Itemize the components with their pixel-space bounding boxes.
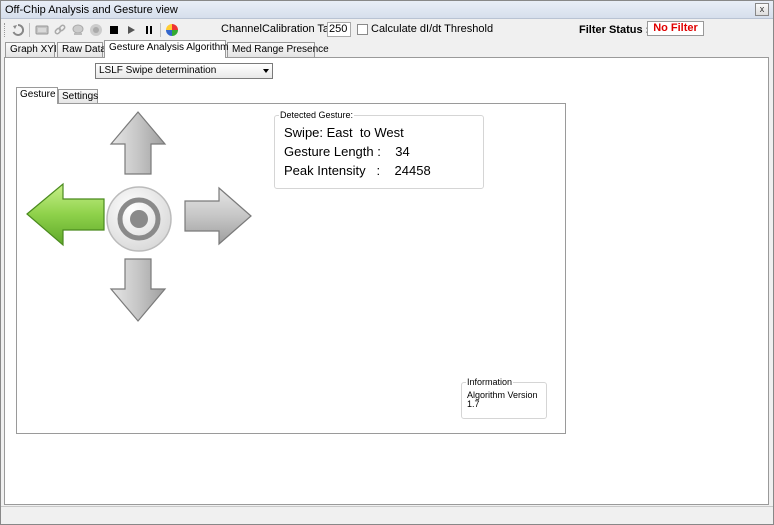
information-group: Information Algorithm Version 1.7 xyxy=(461,377,547,419)
subtab-settings[interactable]: Settings xyxy=(58,89,98,104)
device-icon[interactable] xyxy=(70,22,86,38)
window-title: Off-Chip Analysis and Gesture view xyxy=(5,4,178,16)
calculate-threshold-checkbox[interactable] xyxy=(357,24,368,35)
channel-calibration-input[interactable]: 250 xyxy=(327,22,351,37)
toolbar: ChannelCalibration Target 250 Calculate … xyxy=(1,20,773,40)
toolbar-grip[interactable] xyxy=(4,23,6,37)
link-icon[interactable] xyxy=(52,22,68,38)
arrow-down-icon xyxy=(109,258,167,322)
stop-icon[interactable] xyxy=(106,22,122,38)
refresh-icon[interactable] xyxy=(10,22,26,38)
gesture-analysis-panel: LSLF Swipe determination Gesture Setting… xyxy=(4,57,769,505)
center-target-icon xyxy=(106,186,172,252)
tab-raw-data[interactable]: Raw Data xyxy=(57,42,106,57)
subtab-gesture[interactable]: Gesture xyxy=(16,87,58,104)
chevron-down-icon xyxy=(263,69,269,73)
arrow-up-icon xyxy=(109,111,167,175)
filter-status-label: Filter Status : xyxy=(579,24,650,36)
toolbar-separator xyxy=(160,23,161,37)
title-bar: Off-Chip Analysis and Gesture view x xyxy=(1,1,773,19)
information-title: Information xyxy=(466,377,514,387)
toolbar-separator xyxy=(29,23,30,37)
tab-graph-xyi[interactable]: Graph XYI xyxy=(5,42,57,57)
tab-gesture-analysis-algorithm[interactable]: Gesture Analysis Algorithm xyxy=(104,40,229,58)
record-icon[interactable] xyxy=(88,22,104,38)
keyboard-icon[interactable] xyxy=(34,22,50,38)
status-bar xyxy=(1,506,773,524)
main-window: Off-Chip Analysis and Gesture view x Cha… xyxy=(0,0,774,525)
calculate-threshold-label[interactable]: Calculate dI/dt Threshold xyxy=(371,23,493,35)
arrow-right-icon xyxy=(184,186,252,246)
color-wheel-icon[interactable] xyxy=(164,22,180,38)
pause-icon[interactable] xyxy=(141,22,157,38)
tab-med-range-presence[interactable]: Med Range Presence xyxy=(227,42,329,57)
close-button[interactable]: x xyxy=(755,3,769,16)
arrow-left-icon xyxy=(26,182,105,247)
algorithm-select[interactable]: LSLF Swipe determination xyxy=(95,63,273,79)
peak-intensity-text: Peak Intensity : 24458 xyxy=(284,163,431,178)
gesture-length-text: Gesture Length : 34 xyxy=(284,144,410,159)
gesture-direction-display xyxy=(26,111,252,322)
swipe-direction-text: Swipe: East to West xyxy=(284,125,404,140)
detected-gesture-group: Detected Gesture: Swipe: East to West Ge… xyxy=(274,110,484,189)
detected-gesture-title: Detected Gesture: xyxy=(279,110,355,120)
algorithm-select-value: LSLF Swipe determination xyxy=(99,65,217,76)
play-icon[interactable] xyxy=(123,22,139,38)
filter-status-badge: No Filter xyxy=(647,21,704,36)
gesture-subpanel: Detected Gesture: Swipe: East to West Ge… xyxy=(16,103,566,434)
algorithm-version-value: 1.7 xyxy=(467,399,480,409)
